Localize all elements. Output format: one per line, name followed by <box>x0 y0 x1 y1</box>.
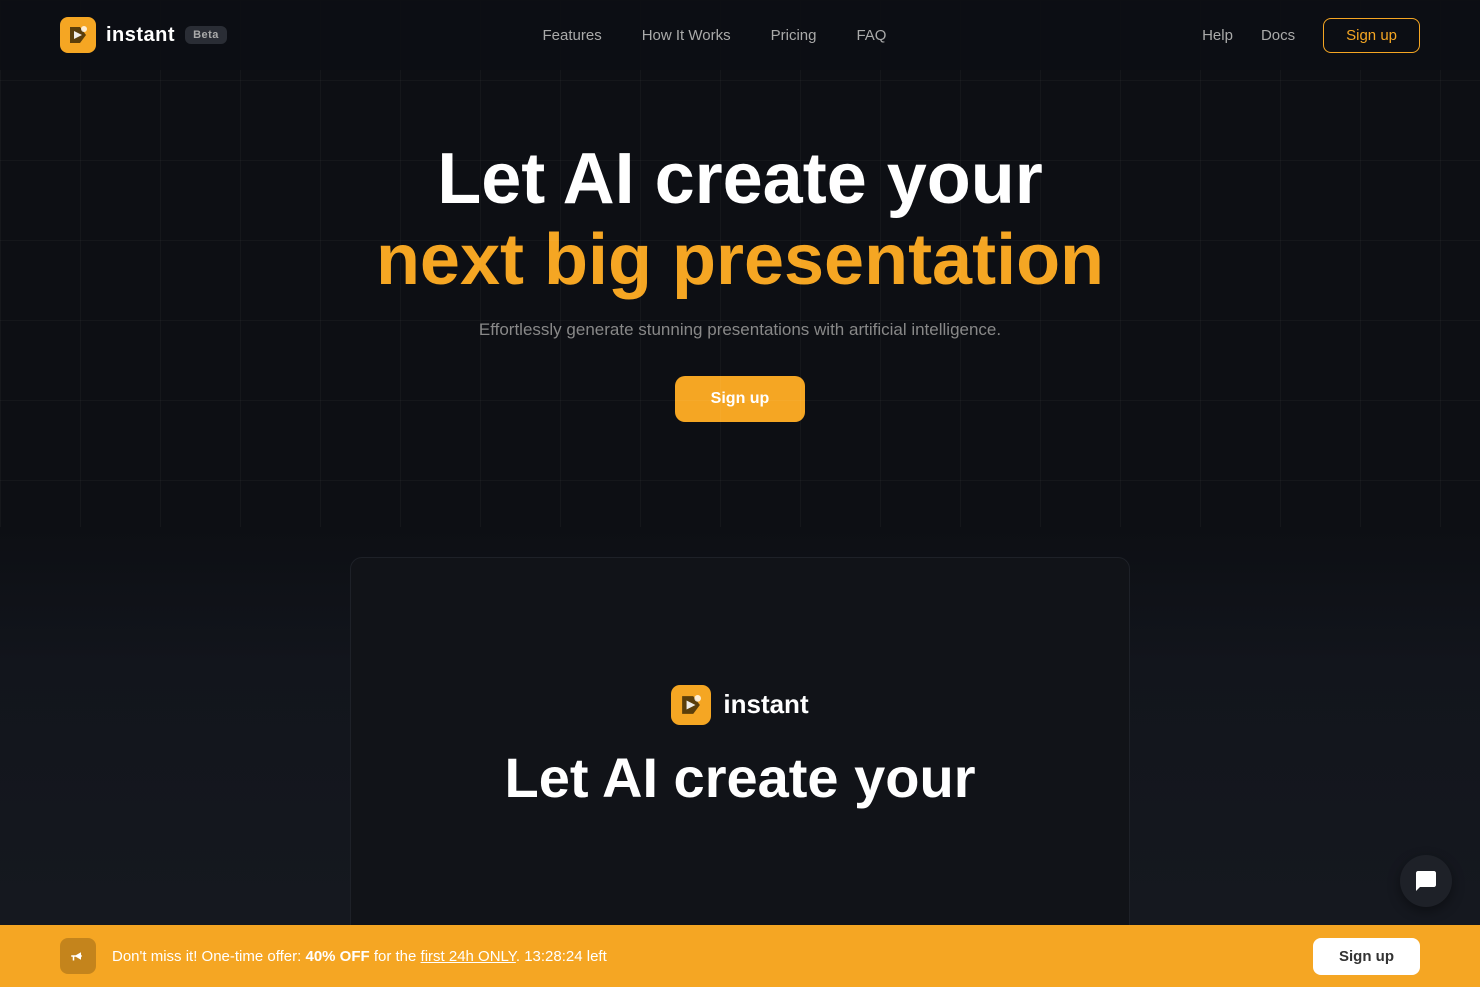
hero-title-line2: next big presentation <box>376 219 1104 302</box>
preview-box: instant Let AI create your <box>350 557 1130 937</box>
nav-link-faq[interactable]: FAQ <box>856 27 886 44</box>
notif-timer: 13:28:24 left <box>524 948 607 965</box>
preview-section: instant Let AI create your <box>0 527 1480 987</box>
hero-subtitle: Effortlessly generate stunning presentat… <box>479 320 1001 340</box>
notification-text: Don't miss it! One-time offer: 40% OFF f… <box>112 948 607 965</box>
beta-badge: Beta <box>185 26 227 44</box>
preview-logo-icon <box>671 685 711 725</box>
nav-link-how-it-works[interactable]: How It Works <box>642 27 731 44</box>
nav-logo-area: instant Beta <box>60 17 227 53</box>
preview-logo-area: instant <box>671 685 808 725</box>
megaphone-icon <box>69 947 87 965</box>
navbar: instant Beta Features How It Works Prici… <box>0 0 1480 70</box>
logo-icon <box>60 17 96 53</box>
nav-help-link[interactable]: Help <box>1202 27 1233 44</box>
nav-link-features[interactable]: Features <box>543 27 602 44</box>
nav-signup-button[interactable]: Sign up <box>1323 18 1420 53</box>
notif-underline: first 24h ONLY <box>421 948 516 965</box>
notif-bold: 40% OFF <box>305 948 369 965</box>
hero-title-line1: Let AI create your <box>437 140 1043 219</box>
preview-logo-text: instant <box>723 689 808 720</box>
notification-left: Don't miss it! One-time offer: 40% OFF f… <box>60 938 607 974</box>
logo-text: instant <box>106 24 175 47</box>
notification-bar: Don't miss it! One-time offer: 40% OFF f… <box>0 925 1480 987</box>
notif-text-middle: for the <box>370 948 421 965</box>
chat-widget-button[interactable] <box>1400 855 1452 907</box>
nav-docs-link[interactable]: Docs <box>1261 27 1295 44</box>
notification-signup-button[interactable]: Sign up <box>1313 938 1420 975</box>
notification-icon-box <box>60 938 96 974</box>
chat-icon <box>1414 869 1438 893</box>
hero-cta-button[interactable]: Sign up <box>675 376 806 422</box>
nav-center-links: Features How It Works Pricing FAQ <box>543 27 887 44</box>
notif-text-before: Don't miss it! One-time offer: <box>112 948 305 965</box>
preview-headline: Let AI create your <box>505 745 976 810</box>
nav-right-area: Help Docs Sign up <box>1202 18 1420 53</box>
nav-link-pricing[interactable]: Pricing <box>771 27 817 44</box>
